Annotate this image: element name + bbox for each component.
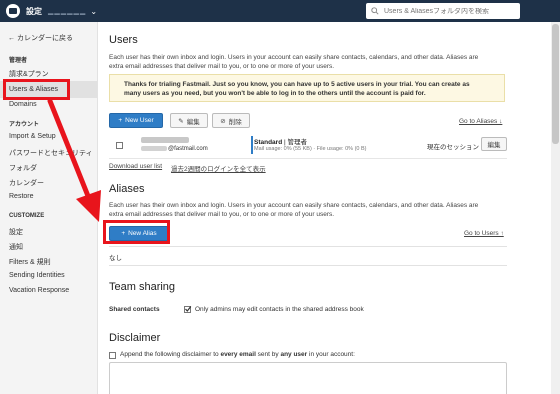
- annotation-arrow: [47, 98, 101, 222]
